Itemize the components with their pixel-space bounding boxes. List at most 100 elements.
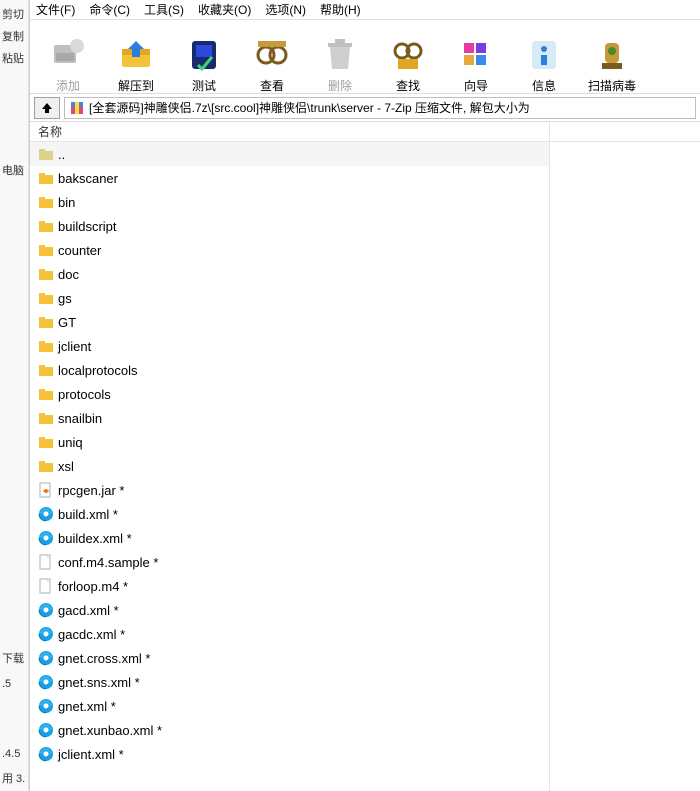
list-item[interactable]: protocols	[30, 382, 549, 406]
folder-icon	[38, 290, 54, 306]
menu-command[interactable]: 命令(C)	[89, 1, 130, 18]
background-app-sliver: 剪切 复制 粘贴 电脑 下载 .5 .4.5 用 3.	[0, 0, 29, 791]
up-arrow-icon	[40, 101, 54, 115]
add-button[interactable]: 添加	[34, 24, 102, 94]
delete-button[interactable]: 删除	[306, 24, 374, 94]
list-item[interactable]: uniq	[30, 430, 549, 454]
list-item[interactable]: bakscaner	[30, 166, 549, 190]
list-item[interactable]: gacdc.xml *	[30, 622, 549, 646]
item-name: counter	[58, 243, 101, 258]
folder-icon	[38, 362, 54, 378]
toolbar: 添加 解压到 测试 查看 删除 查找	[30, 20, 700, 94]
column-name-label: 名称	[38, 123, 62, 140]
menu-file[interactable]: 文件(F)	[36, 1, 75, 18]
list-item[interactable]: jclient.xml *	[30, 742, 549, 766]
xml-icon	[38, 506, 54, 522]
wizard-icon	[456, 35, 496, 75]
menu-options[interactable]: 选项(N)	[265, 1, 306, 18]
jar-icon	[38, 482, 54, 498]
item-name: gnet.cross.xml *	[58, 651, 150, 666]
extract-icon	[116, 35, 156, 75]
wizard-button[interactable]: 向导	[442, 24, 510, 94]
view-button[interactable]: 查看	[238, 24, 306, 94]
bg-paste-label: 粘贴	[2, 50, 26, 66]
folder-icon	[38, 170, 54, 186]
item-name: buildex.xml *	[58, 531, 132, 546]
menu-favorites[interactable]: 收藏夹(O)	[198, 1, 251, 18]
item-name: bakscaner	[58, 171, 118, 186]
archive-icon	[69, 100, 85, 116]
list-item[interactable]: gs	[30, 286, 549, 310]
address-bar: [全套源码]神雕侠侣.7z\[src.cool]神雕侠侣\trunk\serve…	[30, 94, 700, 122]
path-field[interactable]: [全套源码]神雕侠侣.7z\[src.cool]神雕侠侣\trunk\serve…	[64, 97, 696, 119]
add-icon	[48, 35, 88, 75]
list-item[interactable]: ..	[30, 142, 549, 166]
bg-computer-frag: 电脑	[2, 162, 27, 178]
bg-dl-frag4: 用 3.	[2, 770, 27, 786]
list-item[interactable]: gacd.xml *	[30, 598, 549, 622]
xml-icon	[38, 650, 54, 666]
item-name: conf.m4.sample *	[58, 555, 158, 570]
list-item[interactable]: buildex.xml *	[30, 526, 549, 550]
find-button[interactable]: 查找	[374, 24, 442, 94]
list-item[interactable]: doc	[30, 262, 549, 286]
folder-icon	[38, 410, 54, 426]
list-item[interactable]: rpcgen.jar *	[30, 478, 549, 502]
file-icon	[38, 578, 54, 594]
extract-button[interactable]: 解压到	[102, 24, 170, 94]
item-name: gnet.xml *	[58, 699, 116, 714]
item-name: build.xml *	[58, 507, 118, 522]
item-name: forloop.m4 *	[58, 579, 128, 594]
folder-icon	[38, 314, 54, 330]
item-name: doc	[58, 267, 79, 282]
xml-icon	[38, 602, 54, 618]
list-item[interactable]: localprotocols	[30, 358, 549, 382]
bg-copy-label: 复制	[2, 28, 26, 44]
xml-icon	[38, 626, 54, 642]
info-button[interactable]: 信息	[510, 24, 578, 94]
up-folder-icon	[38, 146, 54, 162]
list-item[interactable]: xsl	[30, 454, 549, 478]
xml-icon	[38, 746, 54, 762]
virus-icon	[592, 35, 632, 75]
item-name: GT	[58, 315, 76, 330]
item-name: jclient	[58, 339, 91, 354]
list-item[interactable]: gnet.xml *	[30, 694, 549, 718]
folder-icon	[38, 338, 54, 354]
winrar-window: 文件(F) 命令(C) 工具(S) 收藏夹(O) 选项(N) 帮助(H) 添加 …	[29, 0, 700, 791]
item-name: buildscript	[58, 219, 117, 234]
list-item[interactable]: jclient	[30, 334, 549, 358]
list-item[interactable]: forloop.m4 *	[30, 574, 549, 598]
virus-scan-button[interactable]: 扫描病毒	[578, 24, 646, 94]
folder-icon	[38, 434, 54, 450]
test-button[interactable]: 测试	[170, 24, 238, 94]
folder-icon	[38, 458, 54, 474]
folder-icon	[38, 266, 54, 282]
list-item[interactable]: counter	[30, 238, 549, 262]
menu-tools[interactable]: 工具(S)	[144, 1, 184, 18]
column-header[interactable]: 名称	[30, 122, 700, 142]
up-folder-button[interactable]	[34, 97, 60, 119]
list-item[interactable]: buildscript	[30, 214, 549, 238]
list-item[interactable]: gnet.sns.xml *	[30, 670, 549, 694]
list-item[interactable]: build.xml *	[30, 502, 549, 526]
folder-icon	[38, 386, 54, 402]
list-item[interactable]: snailbin	[30, 406, 549, 430]
item-name: localprotocols	[58, 363, 138, 378]
view-icon	[252, 35, 292, 75]
bg-dl-frag1: 下载	[2, 650, 27, 666]
list-item[interactable]: gnet.xunbao.xml *	[30, 718, 549, 742]
bg-dl-frag3: .4.5	[2, 748, 27, 760]
bg-cut-label: 剪切	[2, 6, 26, 22]
list-item[interactable]: conf.m4.sample *	[30, 550, 549, 574]
item-name: rpcgen.jar *	[58, 483, 124, 498]
xml-icon	[38, 722, 54, 738]
list-item[interactable]: gnet.cross.xml *	[30, 646, 549, 670]
list-item[interactable]: GT	[30, 310, 549, 334]
file-list[interactable]: .. bakscaner bin buildscript counter doc gs GT j…	[30, 142, 700, 791]
list-item[interactable]: bin	[30, 190, 549, 214]
item-name: gnet.sns.xml *	[58, 675, 140, 690]
item-name: xsl	[58, 459, 74, 474]
folder-icon	[38, 242, 54, 258]
menu-help[interactable]: 帮助(H)	[320, 1, 361, 18]
